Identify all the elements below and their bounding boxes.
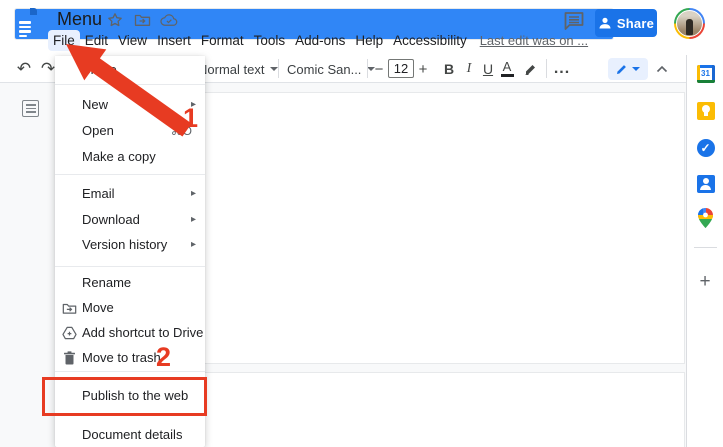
google-docs-window: Menu File Edit View Insert Format Tools … bbox=[0, 0, 723, 447]
file-menu-document-details[interactable]: Document details bbox=[55, 422, 205, 447]
menu-help[interactable]: Help bbox=[350, 30, 388, 51]
menu-addons[interactable]: Add-ons bbox=[290, 30, 350, 51]
menu-accessibility[interactable]: Accessibility bbox=[388, 30, 472, 51]
file-menu-rename[interactable]: Rename bbox=[55, 270, 205, 296]
submenu-arrow-icon: ▸ bbox=[191, 207, 196, 233]
folder-move-icon bbox=[61, 300, 77, 316]
trash-icon bbox=[61, 350, 77, 366]
more-toolbar-options-button[interactable]: ... bbox=[552, 58, 572, 80]
file-menu-version-history[interactable]: Version history▸ bbox=[55, 232, 205, 258]
side-panel-divider bbox=[694, 247, 717, 248]
maps-icon[interactable] bbox=[696, 208, 715, 227]
menu-tools[interactable]: Tools bbox=[249, 30, 291, 51]
star-icon[interactable] bbox=[106, 11, 124, 29]
highlight-color-icon[interactable] bbox=[521, 58, 539, 80]
italic-button[interactable]: I bbox=[460, 58, 478, 80]
menu-format[interactable]: Format bbox=[196, 30, 249, 51]
increase-font-size-button[interactable]: + bbox=[416, 58, 430, 80]
header: Menu File Edit View Insert Format Tools … bbox=[0, 0, 723, 55]
pencil-icon bbox=[616, 63, 628, 75]
drive-add-icon bbox=[61, 325, 77, 341]
font-size-input[interactable]: 12 bbox=[388, 59, 414, 78]
submenu-arrow-icon: ▸ bbox=[191, 181, 196, 207]
menu-file[interactable]: File bbox=[48, 30, 80, 51]
file-menu-make-a-copy[interactable]: Make a copy bbox=[55, 144, 205, 170]
contacts-icon[interactable] bbox=[696, 174, 715, 193]
side-panel: 31 ✓ + bbox=[686, 55, 723, 447]
font-dropdown[interactable]: Comic San... bbox=[287, 58, 375, 80]
add-addon-button[interactable]: + bbox=[695, 272, 715, 292]
step-1-label: 1 bbox=[183, 105, 198, 132]
paragraph-style-dropdown[interactable]: Normal text bbox=[198, 58, 278, 80]
file-menu-share[interactable]: Share bbox=[55, 57, 205, 83]
menu-edit[interactable]: Edit bbox=[80, 30, 113, 51]
bold-button[interactable]: B bbox=[440, 58, 458, 80]
collapse-toolbar-icon[interactable] bbox=[653, 58, 671, 80]
editing-mode-dropdown[interactable] bbox=[608, 58, 648, 80]
share-button[interactable]: Share bbox=[595, 9, 657, 37]
step-2-highlight-box bbox=[42, 377, 207, 416]
account-avatar[interactable] bbox=[674, 8, 705, 39]
menu-bar: File Edit View Insert Format Tools Add-o… bbox=[48, 30, 588, 51]
tasks-icon[interactable]: ✓ bbox=[696, 138, 715, 157]
step-2-label: 2 bbox=[156, 344, 171, 371]
decrease-font-size-button[interactable]: − bbox=[372, 58, 386, 80]
file-menu-add-shortcut-to-drive[interactable]: Add shortcut to Drive bbox=[55, 320, 205, 346]
chevron-down-icon bbox=[632, 67, 640, 71]
menu-insert[interactable]: Insert bbox=[152, 30, 196, 51]
share-person-icon bbox=[598, 17, 612, 29]
underline-button[interactable]: U bbox=[479, 58, 497, 80]
file-menu-download[interactable]: Download▸ bbox=[55, 207, 205, 233]
file-menu-email[interactable]: Email▸ bbox=[55, 181, 205, 207]
comments-icon[interactable] bbox=[563, 11, 585, 31]
submenu-arrow-icon: ▸ bbox=[191, 232, 196, 258]
move-folder-icon[interactable] bbox=[133, 11, 151, 29]
keep-icon[interactable] bbox=[696, 101, 715, 120]
calendar-icon[interactable]: 31 bbox=[696, 64, 715, 83]
last-edit-link[interactable]: Last edit was on ... bbox=[480, 33, 588, 48]
undo-icon[interactable]: ↶ bbox=[14, 58, 34, 80]
text-color-button[interactable]: A bbox=[498, 58, 516, 80]
file-menu-move-to-trash[interactable]: Move to trash bbox=[55, 345, 205, 371]
file-menu-move[interactable]: Move bbox=[55, 295, 205, 321]
menu-view[interactable]: View bbox=[113, 30, 152, 51]
document-outline-icon[interactable] bbox=[22, 100, 39, 117]
document-title[interactable]: Menu bbox=[57, 9, 102, 30]
google-docs-logo-icon[interactable] bbox=[14, 8, 37, 40]
cloud-saved-icon[interactable] bbox=[160, 11, 178, 29]
